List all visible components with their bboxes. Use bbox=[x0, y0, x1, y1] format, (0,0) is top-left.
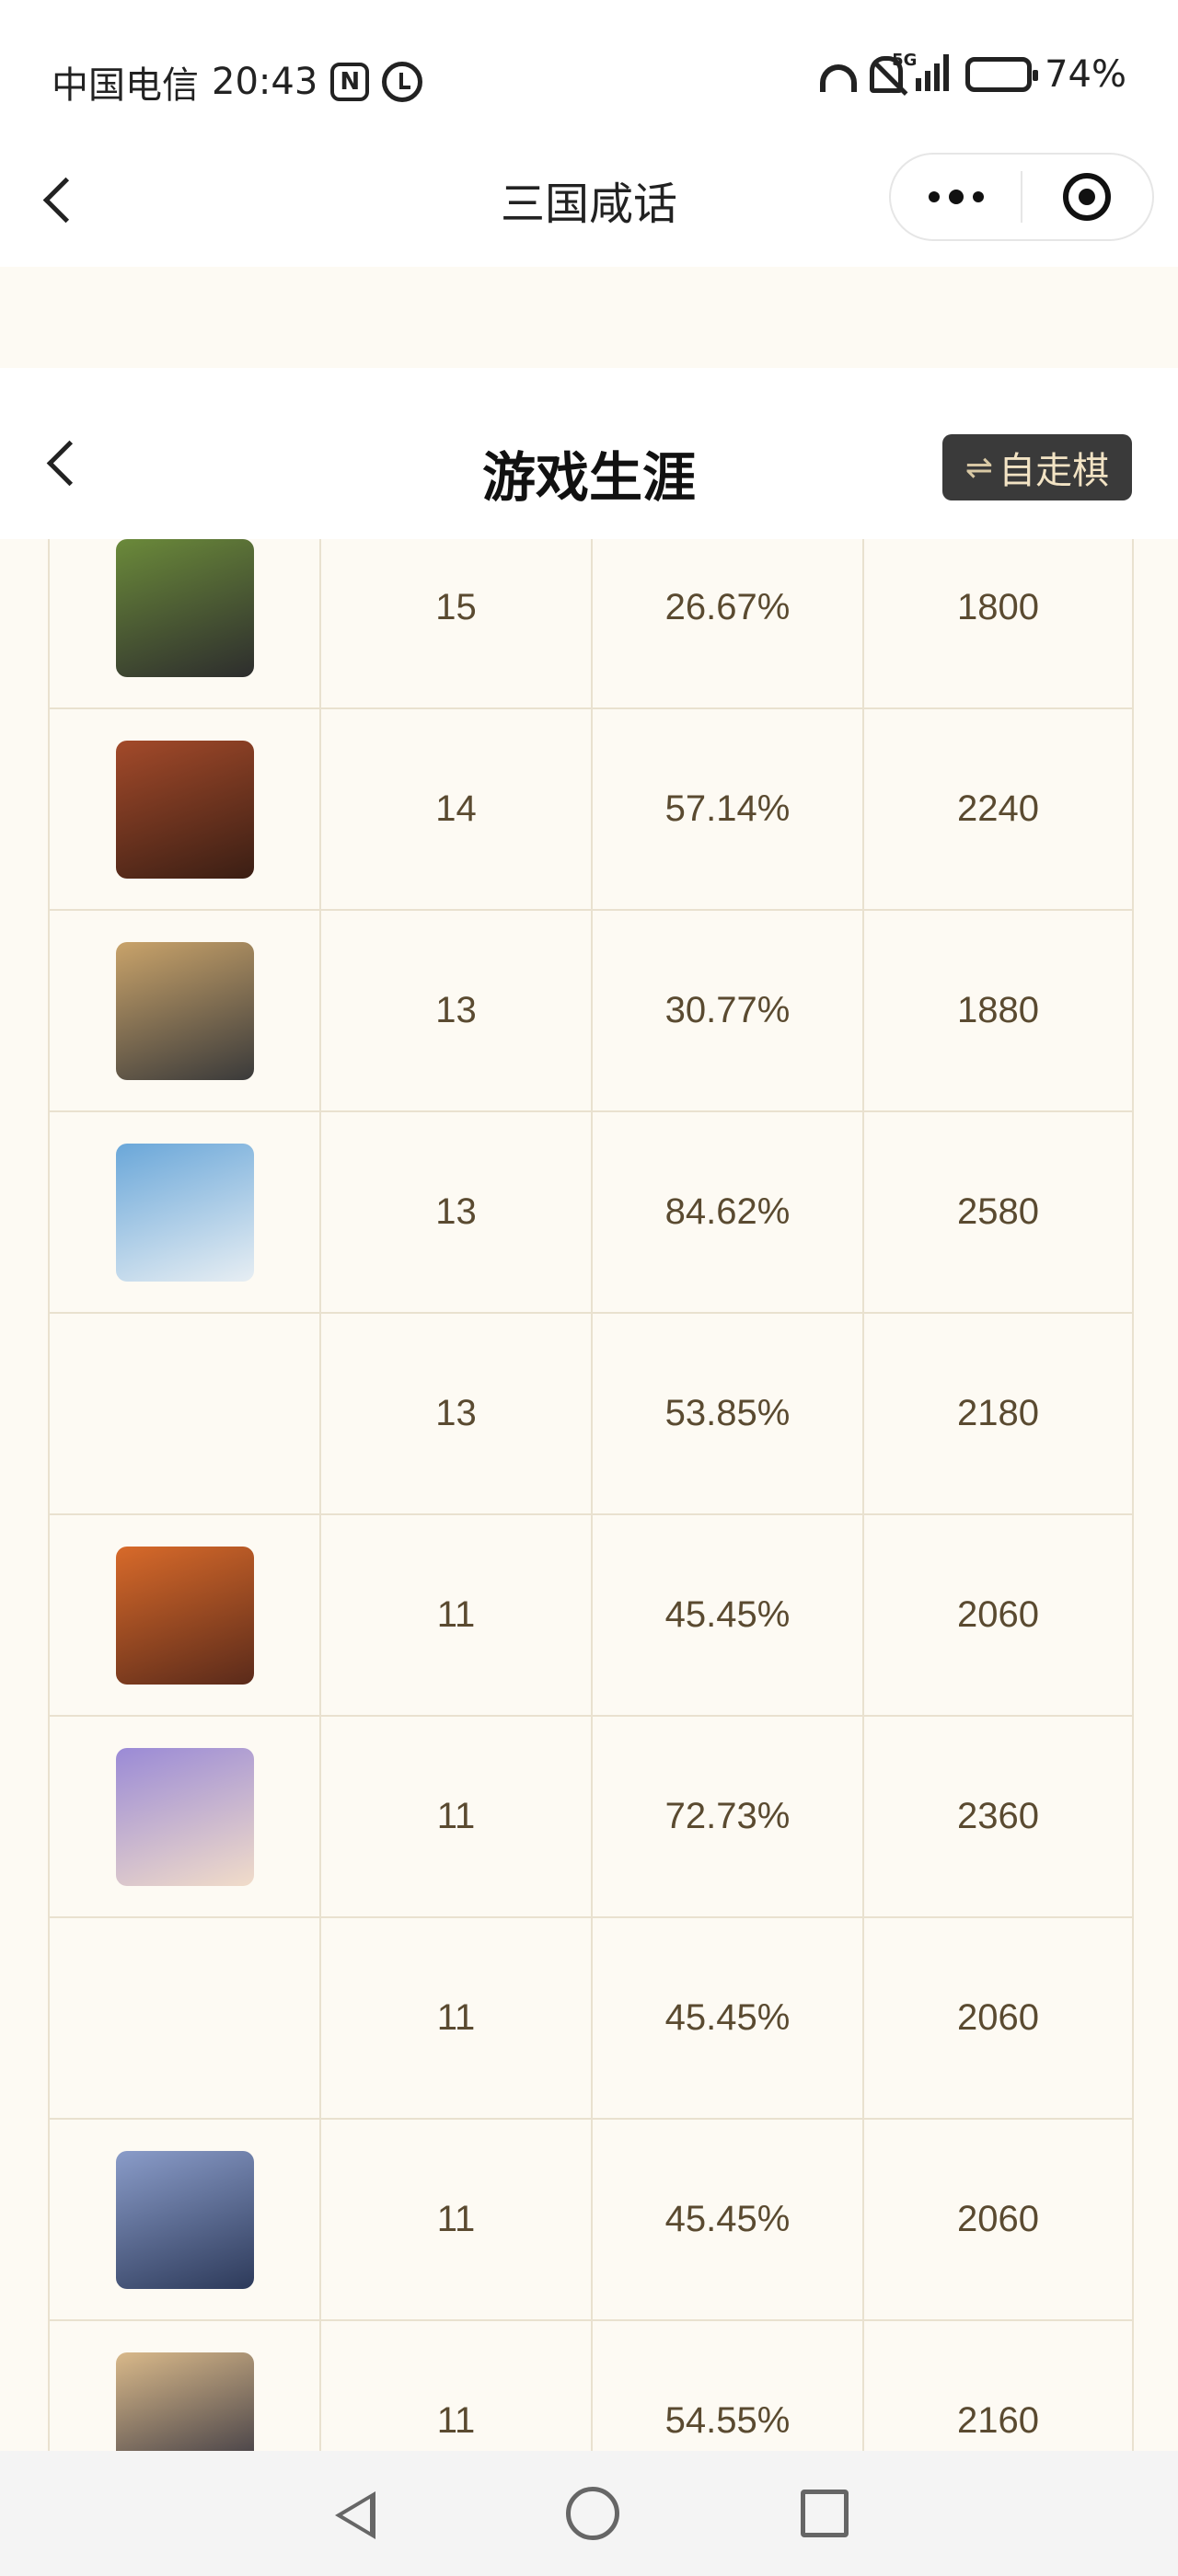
hero-avatar bbox=[115, 539, 254, 677]
status-bar: 中国电信 20:43 N 5G 74% bbox=[0, 0, 1178, 156]
target-close-icon[interactable] bbox=[1022, 155, 1152, 239]
hero-avatar-cell bbox=[50, 539, 321, 707]
score-cell: 1880 bbox=[864, 911, 1134, 1110]
hero-avatar bbox=[115, 941, 254, 1080]
games-count-cell: 13 bbox=[321, 1112, 593, 1312]
nfc-icon: N bbox=[330, 63, 370, 101]
games-count-cell: 11 bbox=[321, 1515, 593, 1715]
table-row: 11 54.55% 2160 bbox=[50, 2321, 1134, 2451]
win-rate-cell: 72.73% bbox=[593, 1717, 864, 1916]
games-count-cell: 14 bbox=[321, 709, 593, 909]
hero-avatar bbox=[115, 2150, 254, 2289]
career-table-viewport[interactable]: 15 26.67% 1800 14 57.14% 2240 13 30.77% 1880 13 84… bbox=[0, 539, 1178, 2451]
table-row: 11 45.45% 2060 bbox=[50, 2120, 1134, 2321]
circle-home-icon[interactable] bbox=[565, 2487, 619, 2540]
alarm-icon bbox=[382, 62, 423, 102]
hero-avatar-cell bbox=[50, 1717, 321, 1916]
hero-avatar bbox=[115, 2352, 254, 2451]
clock-label: 20:43 bbox=[212, 61, 318, 103]
games-count-cell: 11 bbox=[321, 2321, 593, 2451]
games-count-cell: 11 bbox=[321, 1717, 593, 1916]
win-rate-cell: 84.62% bbox=[593, 1112, 864, 1312]
win-rate-cell: 57.14% bbox=[593, 709, 864, 909]
win-rate-cell: 45.45% bbox=[593, 1918, 864, 2118]
hero-avatar bbox=[115, 1747, 254, 1886]
network-type-label: 5G bbox=[892, 51, 918, 70]
status-left: 中国电信 20:43 N bbox=[52, 55, 423, 109]
win-rate-cell: 26.67% bbox=[593, 539, 864, 707]
status-right: 5G 74% bbox=[820, 51, 1126, 96]
score-cell: 2060 bbox=[864, 1515, 1134, 1715]
win-rate-cell: 53.85% bbox=[593, 1314, 864, 1513]
table-row: 13 84.62% 2580 bbox=[50, 1112, 1134, 1314]
hero-avatar-cell bbox=[50, 1112, 321, 1312]
score-cell: 2160 bbox=[864, 2321, 1134, 2451]
score-cell: 2060 bbox=[864, 2120, 1134, 2319]
more-dots-icon[interactable] bbox=[891, 155, 1021, 239]
hero-avatar bbox=[115, 1546, 254, 1685]
hero-avatar bbox=[115, 740, 254, 879]
hero-avatar-cell bbox=[50, 1515, 321, 1715]
headphones-icon bbox=[820, 64, 858, 92]
signal-icon: 5G bbox=[892, 51, 953, 95]
score-cell: 2360 bbox=[864, 1717, 1134, 1916]
system-nav-bar bbox=[0, 2451, 1178, 2576]
score-cell: 2580 bbox=[864, 1112, 1134, 1312]
win-rate-cell: 54.55% bbox=[593, 2321, 864, 2451]
capsule-menu bbox=[889, 153, 1154, 241]
career-table: 15 26.67% 1800 14 57.14% 2240 13 30.77% 1880 13 84… bbox=[48, 539, 1134, 2451]
hero-avatar bbox=[115, 1143, 254, 1282]
win-rate-cell: 45.45% bbox=[593, 2120, 864, 2319]
hero-avatar-cell bbox=[50, 2321, 321, 2451]
table-row: 14 57.14% 2240 bbox=[50, 709, 1134, 911]
score-cell: 2240 bbox=[864, 709, 1134, 909]
table-row: 11 72.73% 2360 bbox=[50, 1717, 1134, 1918]
table-row: 11 45.45% 2060 bbox=[50, 1515, 1134, 1717]
table-row: 15 26.67% 1800 bbox=[50, 539, 1134, 709]
score-cell: 2180 bbox=[864, 1314, 1134, 1513]
score-cell: 1800 bbox=[864, 539, 1134, 707]
mini-program-header: 三国咸话 bbox=[0, 138, 1178, 267]
page-header: 游戏生涯 ⇌ 自走棋 bbox=[0, 368, 1178, 539]
hero-avatar-cell bbox=[50, 911, 321, 1110]
score-cell: 2060 bbox=[864, 1918, 1134, 2118]
games-count-cell: 15 bbox=[321, 539, 593, 707]
mode-switch-button[interactable]: ⇌ 自走棋 bbox=[942, 434, 1132, 500]
battery-percent-label: 74% bbox=[1045, 53, 1126, 96]
swap-icon: ⇌ bbox=[964, 448, 994, 487]
games-count-cell: 11 bbox=[321, 1918, 593, 2118]
mode-button-label: 自走棋 bbox=[999, 450, 1110, 492]
games-count-cell: 11 bbox=[321, 2120, 593, 2319]
hero-avatar-cell bbox=[50, 709, 321, 909]
win-rate-cell: 30.77% bbox=[593, 911, 864, 1110]
hero-avatar-cell bbox=[50, 2120, 321, 2319]
win-rate-cell: 45.45% bbox=[593, 1515, 864, 1715]
table-row: 11 45.45% 2060 bbox=[50, 1918, 1134, 2120]
battery-icon bbox=[965, 57, 1039, 92]
table-row: 13 53.85% 2180 bbox=[50, 1314, 1134, 1515]
hero-avatar-cell bbox=[50, 1918, 321, 2118]
hero-avatar-cell bbox=[50, 1314, 321, 1513]
table-row: 13 30.77% 1880 bbox=[50, 911, 1134, 1112]
games-count-cell: 13 bbox=[321, 911, 593, 1110]
square-recent-icon[interactable] bbox=[800, 2490, 849, 2537]
triangle-back-icon[interactable] bbox=[329, 2486, 385, 2541]
games-count-cell: 13 bbox=[321, 1314, 593, 1513]
carrier-label: 中国电信 bbox=[52, 64, 199, 107]
